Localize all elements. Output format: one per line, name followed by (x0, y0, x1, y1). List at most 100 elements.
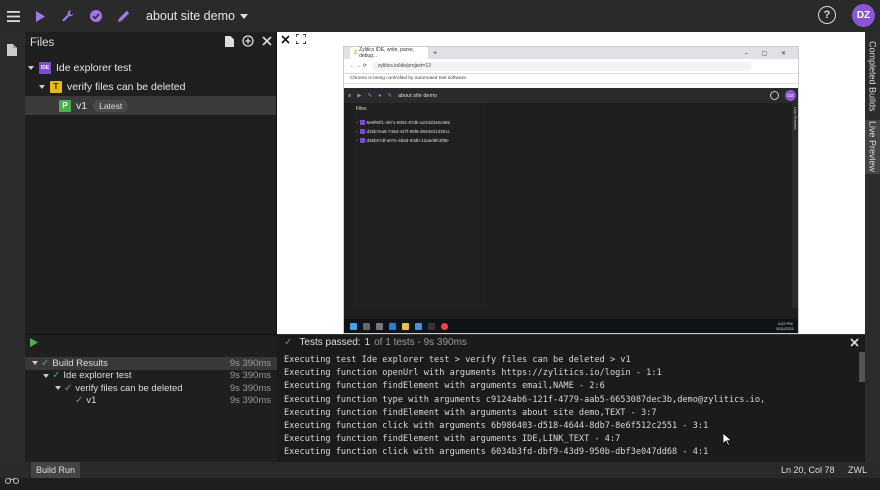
tree-item-ide-explorer-test[interactable]: IDE Ide explorer test (25, 58, 276, 77)
run-icon[interactable] (26, 0, 54, 32)
tree-item-label: Ide explorer test (56, 61, 132, 74)
console-line: Executing function type with arguments c… (284, 394, 766, 405)
avatar[interactable]: DZ (852, 4, 875, 27)
result-row-ide-explorer[interactable]: ✓ Ide explorer test 9s 390ms (25, 370, 277, 383)
check-icon: ✓ (52, 370, 61, 382)
result-row-verify-files[interactable]: ✓ verify files can be deleted 9s 390ms (25, 382, 277, 395)
project-selector[interactable]: about site demo (146, 9, 248, 23)
preview-toolbar (277, 32, 313, 48)
result-row-build[interactable]: ✓ Build Results 9s 390ms (25, 357, 277, 370)
mail-icon (415, 322, 422, 330)
menu-icon[interactable] (0, 0, 26, 32)
chevron-down-icon (28, 65, 34, 70)
console-line: Executing test Ide explorer test > verif… (284, 355, 631, 365)
run-icon: ▶ (357, 92, 362, 99)
window-controls-icon: – ▢ ✕ (744, 50, 792, 57)
browser-address-row: ← → ⟳ zylitics.io/ide/project=13 (344, 59, 798, 73)
wrench-icon[interactable] (54, 0, 82, 32)
tree-item-label: v1 (76, 99, 88, 112)
result-label: Ide explorer test (63, 370, 132, 382)
ide-file-icon (359, 129, 365, 134)
add-circle-icon[interactable] (242, 35, 254, 50)
latest-badge: Latest (93, 99, 129, 112)
browser-url-box: zylitics.io/ide/project=13 (371, 61, 752, 71)
check-icon: ✓ (64, 382, 73, 394)
result-row-v1[interactable]: ✓ v1 9s 390ms (25, 395, 277, 408)
new-file-icon[interactable] (225, 35, 234, 50)
tree-item-v1[interactable]: P v1 Latest (25, 96, 276, 115)
new-tab-icon: + (433, 49, 438, 57)
close-icon[interactable] (850, 338, 859, 350)
right-tab-rail: Completed Builds Live Preview (865, 32, 880, 462)
console-line: Executing function findElement with argu… (284, 407, 657, 418)
console-scrollbar[interactable] (859, 352, 865, 382)
files-panel: Files IDE Ide explorer test T verify fil… (25, 32, 277, 334)
inner-file-label: 5e6f90f1-4971-8091-87db-a233d346c865 (366, 120, 450, 125)
chevron-right-icon: › (356, 138, 358, 143)
chevron-right-icon: › (356, 129, 358, 134)
browser-tab: Z Zylitics IDE, write, parse, debug... (350, 47, 428, 59)
terminal-icon (428, 322, 435, 330)
help-icon (770, 91, 779, 100)
result-label: verify files can be deleted (75, 382, 183, 394)
windows-taskbar: 4:22 PM 5/31/2021 (344, 319, 798, 333)
fullscreen-icon[interactable] (295, 31, 307, 49)
close-icon[interactable] (281, 31, 290, 49)
console-line: Executing function findElement with argu… (284, 434, 621, 445)
close-icon[interactable] (262, 36, 272, 49)
automation-notice: Chrome is being controlled by automated … (350, 76, 468, 81)
ide-file-icon (359, 138, 365, 143)
result-time: 9s 390ms (229, 370, 271, 382)
chrome-icon (441, 322, 448, 330)
project-name: about site demo (146, 9, 235, 23)
inner-live-preview-tab: Live Preview (793, 107, 798, 130)
inner-file-row: › d35b7ea8-749d-437f-85f8-d840e013301c (353, 127, 486, 136)
automation-infobar: Chrome is being controlled by automated … (344, 73, 798, 84)
result-time: 9s 390ms (229, 382, 271, 394)
console-line: Executing function findElement with argu… (284, 381, 605, 392)
tab-live-preview[interactable]: Live Preview (865, 120, 880, 174)
inner-file-label: d35b7ea8-749d-437f-85f8-d840e013301c (366, 129, 450, 134)
edge-icon (389, 322, 396, 330)
inner-avatar: DZ (785, 90, 796, 101)
files-title: Files (30, 37, 55, 49)
inner-app-view: ≡ ▶ ✎ ● ✎ about site demo DZ Files › 5e6… (344, 88, 798, 333)
check-circle-icon[interactable] (82, 0, 110, 32)
run-icon[interactable] (30, 334, 38, 352)
results-toolbar (25, 335, 277, 350)
inner-file-label: d36b57df-a07e-4b8d-93db-12a5d9fc0f8e (366, 138, 449, 143)
summary-prefix: Tests passed: (299, 337, 361, 348)
tree-item-verify-files[interactable]: T verify files can be deleted (25, 77, 276, 96)
file-explorer-icon[interactable] (7, 43, 17, 61)
pencil-icon[interactable] (110, 0, 138, 32)
cursor-position: Ln 20, Col 78 (781, 465, 835, 475)
check-icon: ✓ (284, 337, 293, 348)
windows-start-icon (350, 322, 357, 330)
tab-completed-builds[interactable]: Completed Builds (865, 34, 880, 118)
taskbar-date: 5/31/2021 (776, 326, 794, 331)
result-time: 9s 390ms (229, 395, 271, 407)
build-run-tab[interactable]: Build Run (31, 462, 81, 478)
pencil-icon: ✎ (387, 92, 392, 99)
chevron-down-icon (55, 386, 61, 391)
help-icon[interactable]: ? (818, 6, 836, 24)
tree-item-label: verify files can be deleted (67, 80, 186, 93)
task-view-icon (376, 322, 383, 330)
console-line: Executing function click with arguments … (284, 447, 709, 458)
browser-url: zylitics.io/ide/project=13 (377, 63, 431, 69)
live-preview-pane: Z Zylitics IDE, write, parse, debug... +… (277, 32, 865, 334)
browser-tab-strip: Z Zylitics IDE, write, parse, debug... +… (344, 47, 798, 59)
files-panel-header: Files (25, 32, 276, 54)
inner-top-bar: ≡ ▶ ✎ ● ✎ about site demo DZ (344, 88, 798, 103)
ide-file-icon (359, 120, 365, 125)
result-time: 9s 390ms (229, 357, 271, 369)
ide-file-icon: IDE (39, 61, 51, 74)
check-circle-icon: ● (378, 92, 382, 99)
mouse-cursor-icon (722, 432, 733, 451)
top-app-bar: about site demo ? DZ (0, 0, 880, 32)
language-indicator: ZWL (848, 465, 867, 475)
chevron-down-icon (32, 361, 38, 366)
console-output: Executing test Ide explorer test > verif… (284, 355, 859, 461)
menu-icon: ≡ (348, 92, 352, 99)
search-icon (363, 322, 370, 330)
